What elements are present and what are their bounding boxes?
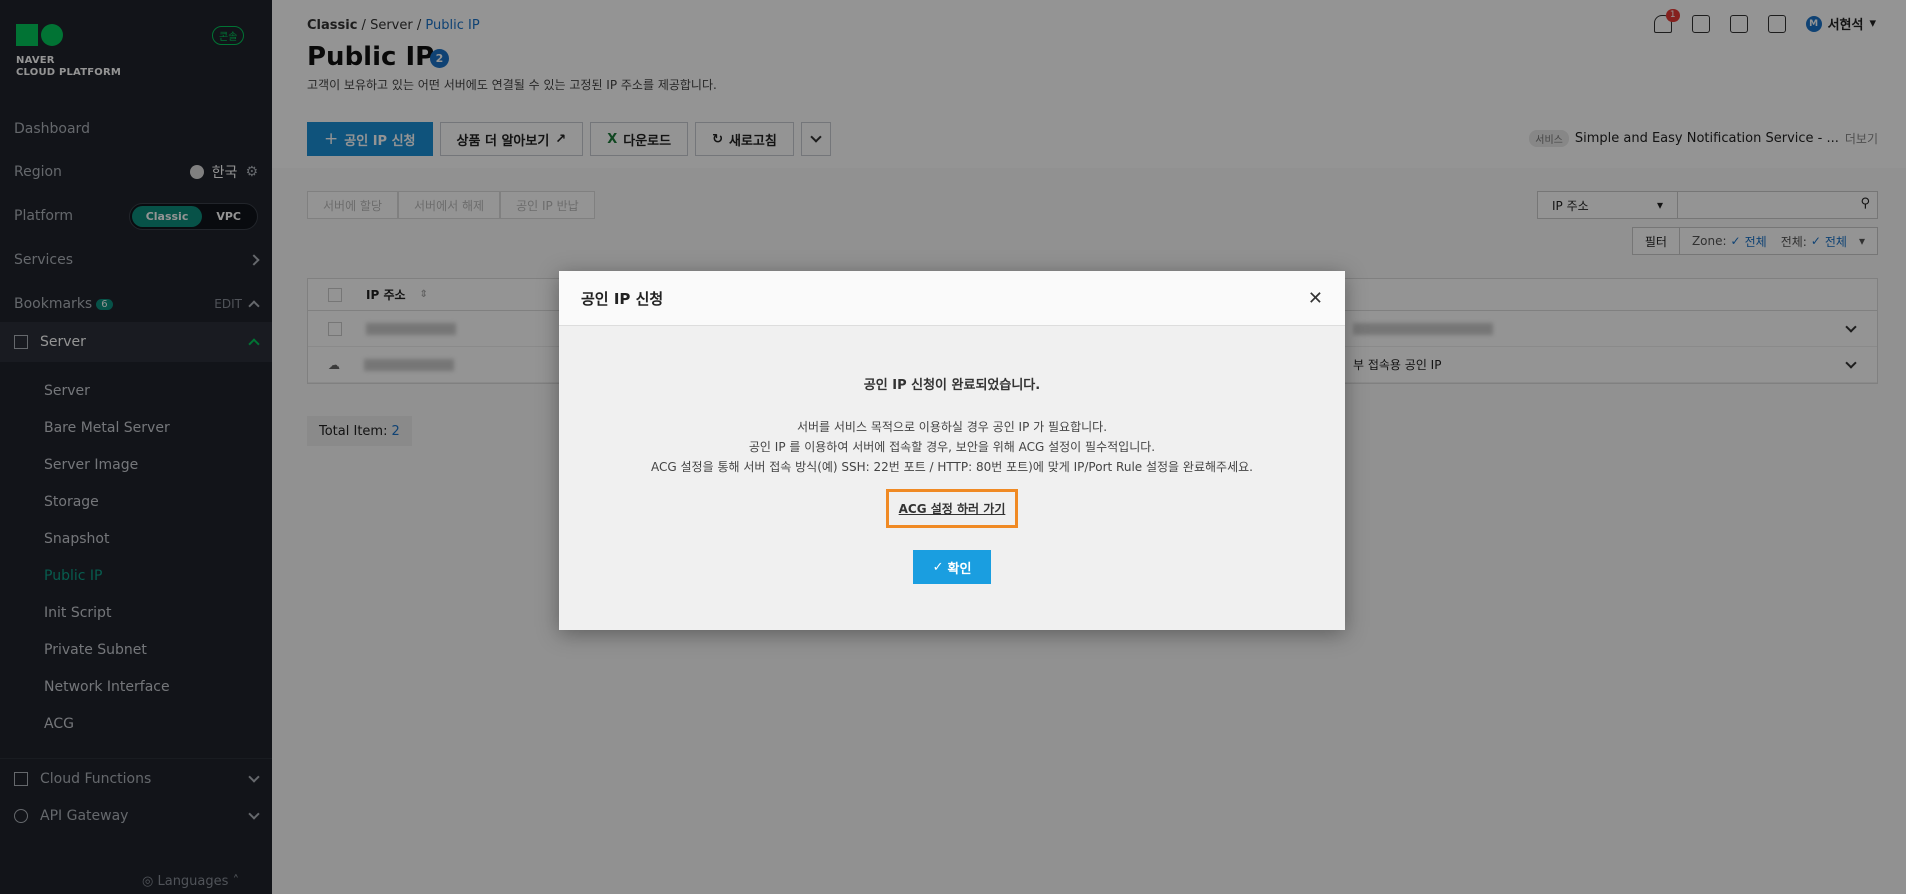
close-icon[interactable]: ✕ (1308, 288, 1323, 309)
confirm-label: 확인 (947, 561, 972, 577)
check-icon: ✓ (932, 559, 944, 575)
dialog-description: 서버를 서비스 목적으로 이용하실 경우 공인 IP 가 필요합니다. 공인 I… (559, 417, 1345, 477)
dialog-desc-line: ACG 설정을 통해 서버 접속 방식(예) SSH: 22번 포트 / HTT… (651, 460, 1253, 474)
dialog-heading: 공인 IP 신청이 완료되었습니다. (863, 378, 1041, 393)
request-ip-dialog: 공인 IP 신청 ✕ 공인 IP 신청이 완료되었습니다. 서버를 서비스 목적… (559, 271, 1345, 630)
dialog-body: 공인 IP 신청이 완료되었습니다. 서버를 서비스 목적으로 이용하실 경우 … (559, 374, 1345, 584)
confirm-button[interactable]: ✓ 확인 (913, 550, 991, 584)
dialog-title: 공인 IP 신청 (581, 289, 664, 308)
dialog-header: 공인 IP 신청 ✕ (559, 271, 1345, 326)
dialog-desc-line: 공인 IP 를 이용하여 서버에 접속할 경우, 보안을 위해 ACG 설정이 … (748, 440, 1156, 454)
acg-settings-link[interactable]: ACG 설정 하러 가기 (899, 502, 1006, 516)
acg-link-highlight: ACG 설정 하러 가기 (885, 489, 1019, 528)
dialog-desc-line: 서버를 서비스 목적으로 이용하실 경우 공인 IP 가 필요합니다. (796, 420, 1108, 434)
